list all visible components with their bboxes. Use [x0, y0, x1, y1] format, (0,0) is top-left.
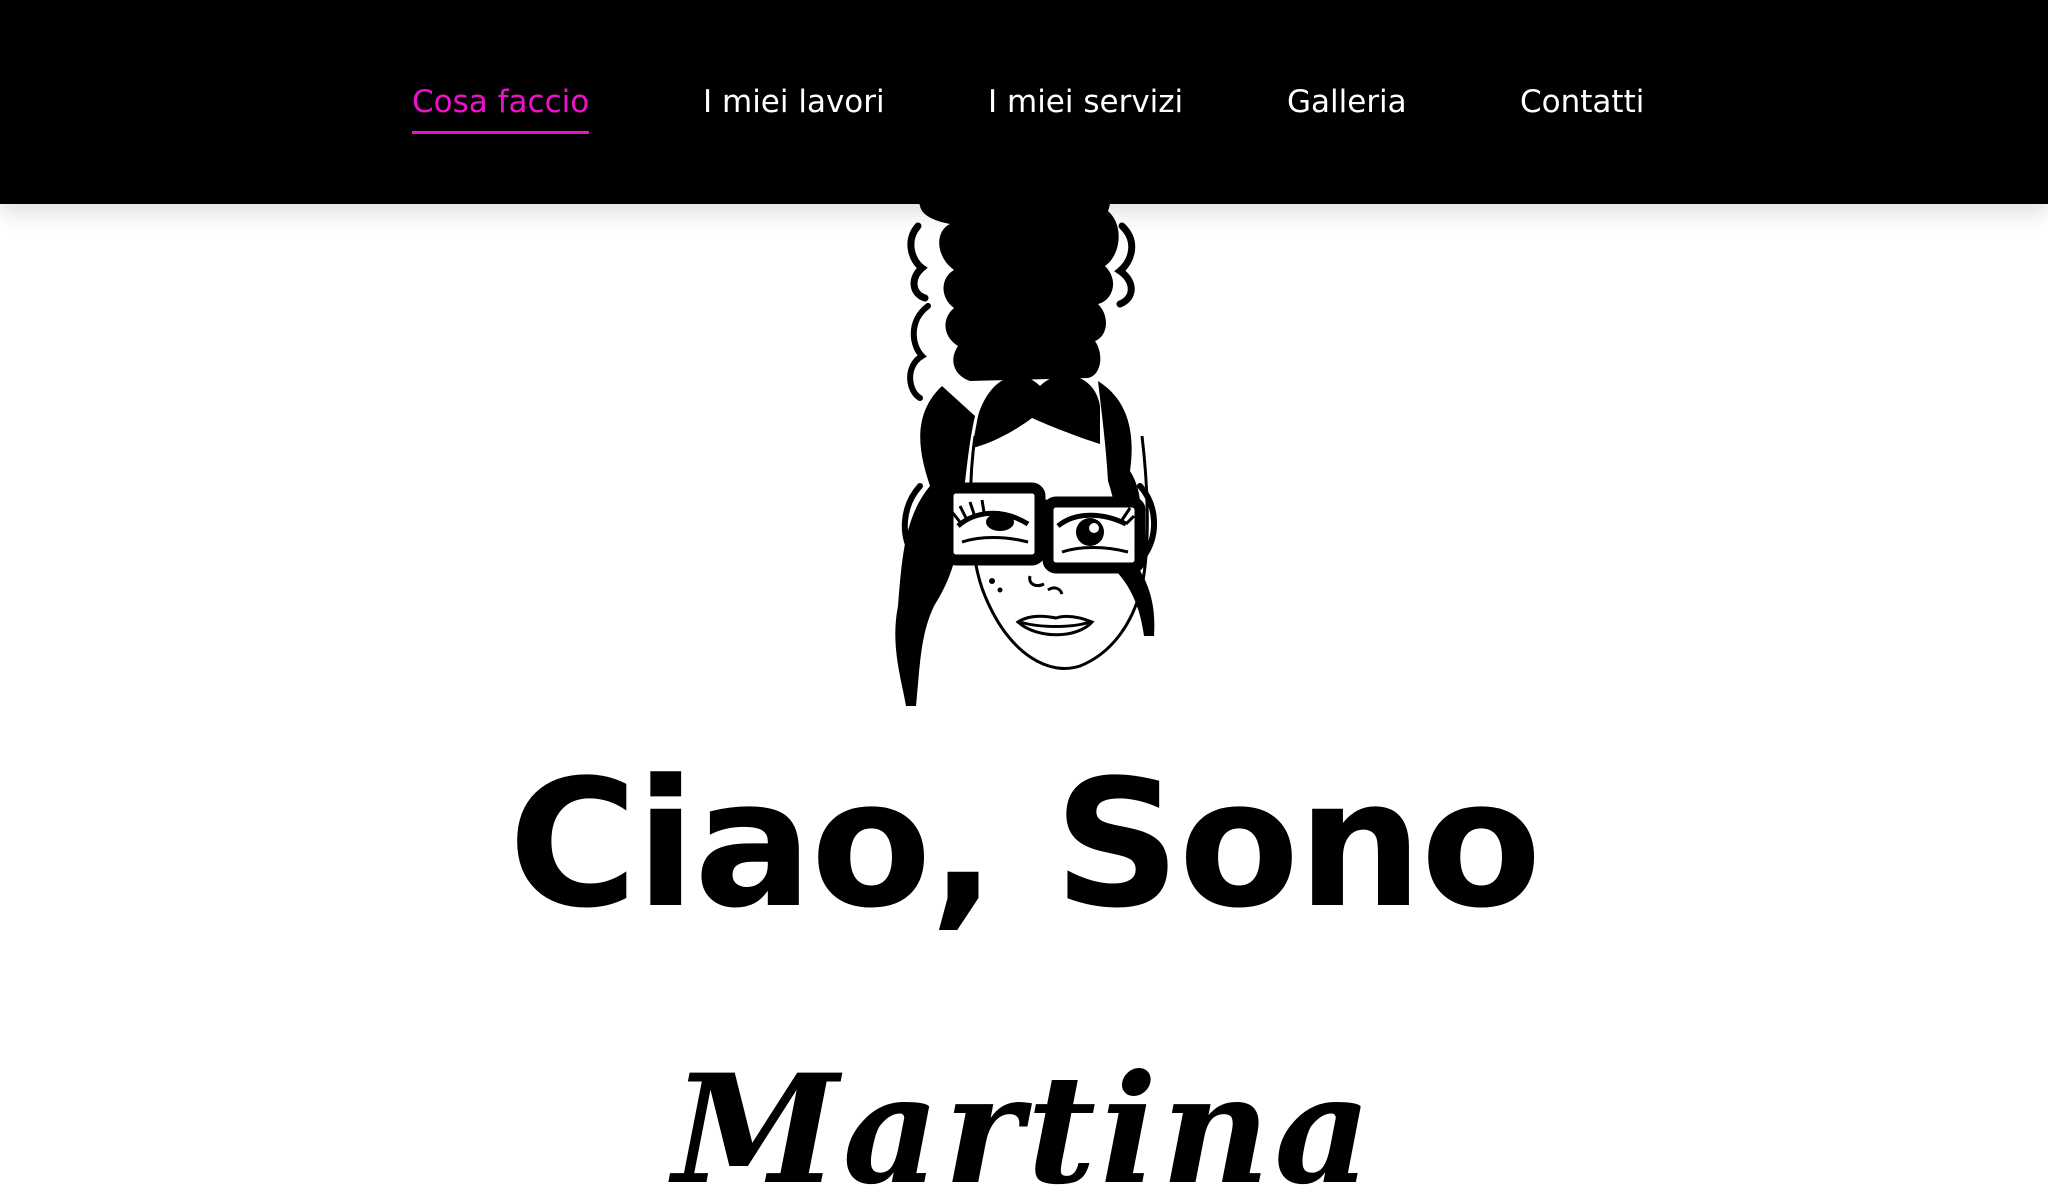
nav-item-i-miei-lavori[interactable]: I miei lavori — [703, 76, 885, 128]
woman-with-glasses-icon — [895, 168, 1157, 706]
hero-headline: Ciao, Sono — [508, 742, 1541, 947]
nav-item-contatti[interactable]: Contatti — [1520, 76, 1644, 128]
nav-item-galleria[interactable]: Galleria — [1287, 76, 1407, 128]
nav-item-cosa-faccio[interactable]: Cosa faccio — [412, 76, 590, 134]
main-navigation: Cosa faccio I miei lavori I miei servizi… — [0, 76, 2048, 136]
site-header: Cosa faccio I miei lavori I miei servizi… — [0, 0, 2048, 204]
hero-name: Martina — [672, 1042, 1376, 1202]
avatar-illustration — [850, 168, 1210, 706]
nav-item-i-miei-servizi[interactable]: I miei servizi — [988, 76, 1183, 128]
